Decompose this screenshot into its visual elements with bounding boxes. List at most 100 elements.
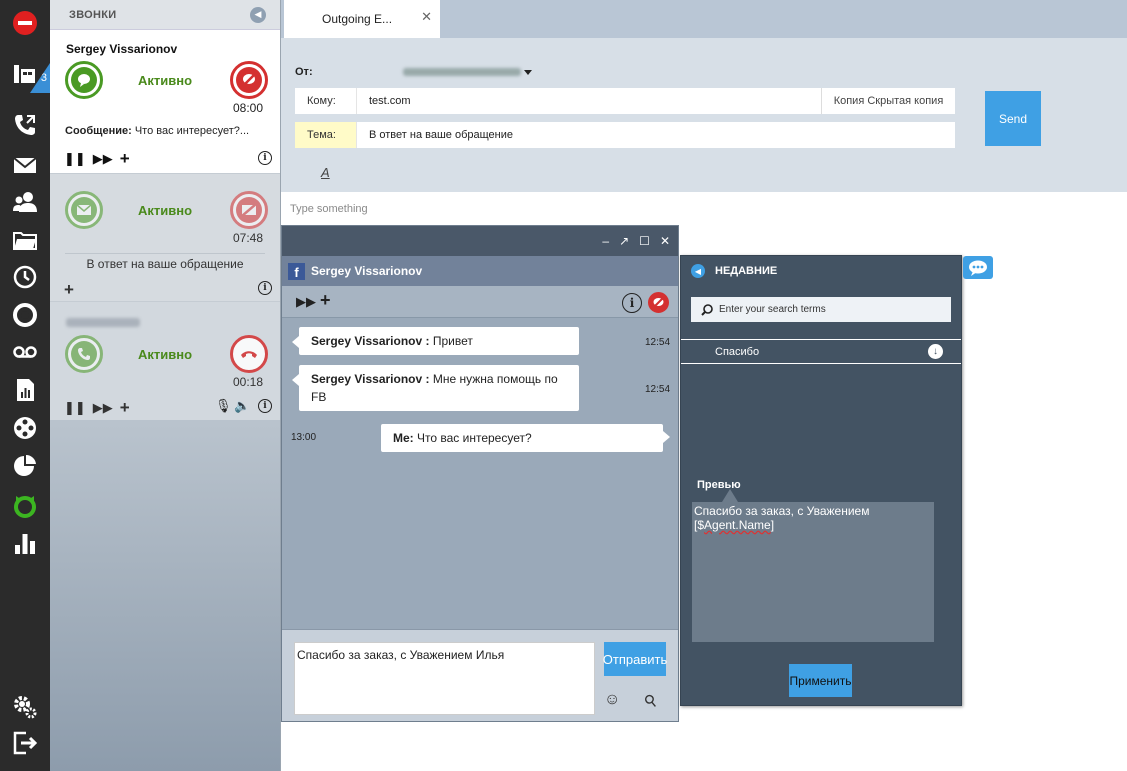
- subject-field[interactable]: Тема: В ответ на ваше обращение: [295, 122, 955, 148]
- chat-message-input[interactable]: Спасибо за заказ, с Уважением Илья: [294, 642, 595, 715]
- template-search-input[interactable]: Enter your search terms: [691, 297, 951, 322]
- add-icon[interactable]: +: [320, 290, 331, 311]
- download-icon[interactable]: ↓: [928, 344, 943, 359]
- calls-panel-header: ЗВОНКИ ◀: [50, 0, 280, 30]
- tab-label: Outgoing E...: [322, 12, 393, 26]
- to-label: Кому:: [295, 88, 357, 114]
- bar-chart-icon[interactable]: [0, 524, 50, 562]
- end-chat-icon[interactable]: [230, 61, 268, 99]
- email-subject: В ответ на ваше обращение: [65, 253, 265, 271]
- preview-line-1: Спасибо за заказ, с Уважением: [694, 504, 870, 518]
- emoji-icon[interactable]: ☺: [604, 691, 620, 709]
- contacts-icon[interactable]: [0, 183, 50, 221]
- add-icon[interactable]: +: [64, 281, 74, 298]
- message-time: 13:00: [291, 432, 317, 443]
- subject-input[interactable]: В ответ на ваше обращение: [357, 129, 513, 141]
- call-card[interactable]: Активно 00:18 ❚❚ ▶▶ + 🎙 🔈 i: [50, 301, 280, 420]
- add-icon[interactable]: +: [120, 399, 130, 416]
- search-placeholder: Enter your search terms: [719, 304, 826, 315]
- chat-message: Me: Что вас интересует?: [381, 424, 670, 452]
- info-icon[interactable]: i: [258, 151, 272, 165]
- message-time: 12:54: [645, 337, 671, 348]
- forward-icon[interactable]: ▶▶: [296, 294, 316, 310]
- to-field[interactable]: Кому: test.com Копия Скрытая копия: [295, 88, 955, 114]
- call-card[interactable]: Sergey Vissarionov Активно 08:00 Сообщен…: [50, 30, 280, 173]
- chat-window: – ↗ ☐ ✕ f Sergey Vissarionov ▶▶ + i Serg…: [281, 225, 679, 722]
- popout-icon[interactable]: ↗: [619, 234, 629, 248]
- film-reel-icon[interactable]: [0, 409, 50, 447]
- attach-icon[interactable]: ⚲: [640, 690, 662, 713]
- forward-icon[interactable]: ▶▶: [93, 152, 113, 165]
- forward-icon[interactable]: ▶▶: [93, 401, 113, 414]
- folder-icon[interactable]: [0, 221, 50, 259]
- chat-message: Sergey Vissarionov : Мне нужна помощь по…: [292, 365, 579, 411]
- call-timer: 00:18: [233, 375, 264, 389]
- add-icon[interactable]: +: [120, 150, 130, 167]
- cc-bcc-link[interactable]: Копия Скрытая копия: [821, 88, 955, 114]
- chat-input-area: Спасибо за заказ, с Уважением Илья Отпра…: [282, 629, 678, 721]
- calls-panel-icon[interactable]: 3: [0, 55, 50, 93]
- exit-icon[interactable]: [0, 724, 50, 762]
- pause-icon[interactable]: ❚❚: [64, 152, 86, 165]
- email-icon[interactable]: [0, 146, 50, 184]
- from-address: [403, 68, 521, 76]
- lifebuoy-icon[interactable]: [0, 296, 50, 334]
- end-chat-icon[interactable]: [648, 292, 669, 313]
- tab-outgoing-email[interactable]: Outgoing E... ✕: [284, 0, 440, 38]
- call-status: Активно: [138, 347, 193, 362]
- from-dropdown-icon[interactable]: [524, 70, 532, 75]
- left-nav-rail: 3: [0, 0, 50, 771]
- info-icon[interactable]: i: [258, 399, 272, 413]
- send-chat-button[interactable]: Отправить: [603, 642, 667, 676]
- send-button[interactable]: Send: [985, 91, 1041, 146]
- chat-window-controls: – ↗ ☐ ✕: [282, 226, 678, 256]
- chat-bubble-icon[interactable]: [963, 256, 993, 279]
- info-icon[interactable]: i: [622, 293, 642, 313]
- end-email-icon[interactable]: [230, 191, 268, 229]
- caller-number: [66, 318, 140, 327]
- call-timer: 07:48: [233, 231, 264, 245]
- pie-chart-icon[interactable]: [0, 447, 50, 485]
- recent-title: НЕДАВНИЕ: [715, 265, 778, 277]
- message-time: 12:54: [645, 384, 671, 395]
- email-body-input[interactable]: Type something: [290, 203, 368, 215]
- voicemail-icon[interactable]: [0, 333, 50, 371]
- to-input[interactable]: test.com: [357, 95, 411, 107]
- call-controls: ❚❚ ▶▶ +: [64, 150, 130, 167]
- preview-line-2: [$Agent.Name]: [694, 518, 775, 532]
- hangup-icon[interactable]: [230, 335, 268, 373]
- template-name: Спасибо: [715, 345, 760, 358]
- collapse-left-icon[interactable]: ◀: [250, 6, 266, 23]
- speaker-icon[interactable]: 🔈: [234, 398, 250, 414]
- subject-label: Тема:: [295, 122, 357, 148]
- chat-accept-icon[interactable]: [65, 61, 103, 99]
- stop-icon[interactable]: [0, 4, 50, 42]
- chat-message: Sergey Vissarionov : Привет: [292, 327, 579, 355]
- facebook-icon: f: [288, 262, 305, 280]
- back-icon[interactable]: ◀: [691, 264, 705, 278]
- history-icon[interactable]: [0, 258, 50, 296]
- phone-icon[interactable]: [0, 106, 50, 144]
- settings-icon[interactable]: [0, 687, 50, 725]
- email-compose-header: От: Кому: test.com Копия Скрытая копия Т…: [281, 38, 1127, 192]
- from-label: От:: [295, 66, 313, 78]
- refresh-icon[interactable]: [0, 487, 50, 525]
- pause-icon[interactable]: ❚❚: [64, 401, 86, 414]
- close-tab-icon[interactable]: ✕: [421, 9, 432, 25]
- email-accept-icon[interactable]: [65, 191, 103, 229]
- font-format-button[interactable]: A: [321, 165, 330, 180]
- call-card[interactable]: Активно 07:48 В ответ на ваше обращение …: [50, 173, 280, 301]
- template-item[interactable]: Спасибо ↓: [681, 339, 961, 364]
- minimize-icon[interactable]: –: [602, 234, 609, 248]
- template-preview: Спасибо за заказ, с Уважением [$Agent.Na…: [692, 489, 934, 642]
- maximize-icon[interactable]: ☐: [639, 234, 650, 248]
- info-icon[interactable]: i: [258, 281, 272, 295]
- close-icon[interactable]: ✕: [660, 234, 670, 248]
- apply-template-button[interactable]: Применить: [789, 664, 852, 697]
- microphone-icon[interactable]: 🎙: [215, 398, 232, 414]
- phone-accept-icon[interactable]: [65, 335, 103, 373]
- call-status: Активно: [138, 73, 193, 88]
- recent-templates-panel: ◀ НЕДАВНИЕ Enter your search terms Спаси…: [680, 255, 962, 706]
- call-timer: 08:00: [233, 101, 264, 115]
- report-icon[interactable]: [0, 371, 50, 409]
